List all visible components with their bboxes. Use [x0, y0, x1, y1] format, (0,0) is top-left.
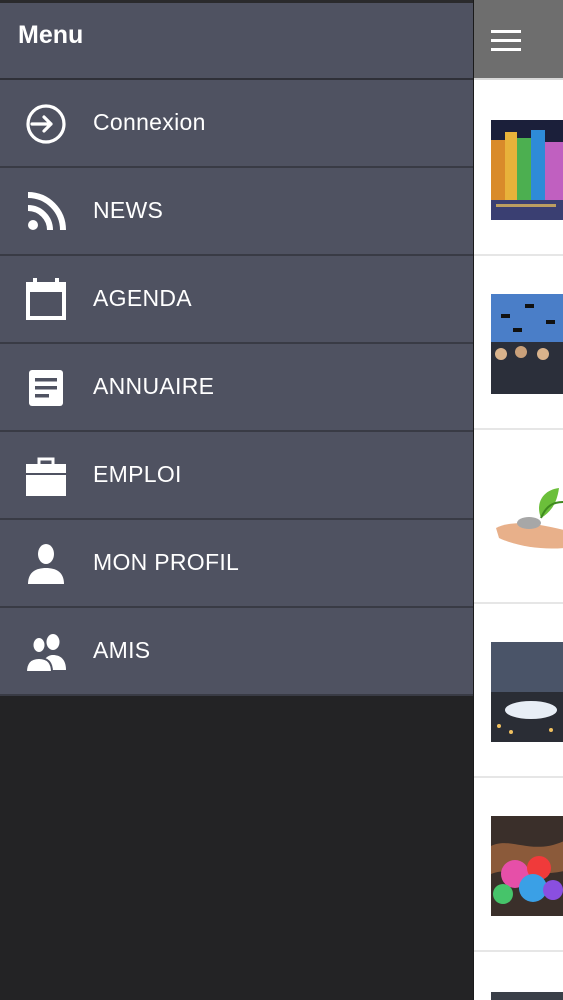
directory-icon: [24, 366, 68, 410]
drawer-header: Menu: [0, 0, 473, 80]
menu-label: AMIS: [93, 637, 151, 663]
briefcase-icon: [24, 454, 68, 498]
news-thumbnail: [491, 992, 563, 1000]
user-icon: [24, 542, 68, 586]
news-thumbnail: [491, 120, 563, 220]
list-item[interactable]: [474, 82, 563, 256]
menu-item-news[interactable]: NEWS: [0, 168, 473, 256]
menu-list: Connexion NEWS AGENDA ANNUAIRE EMPLOI MO…: [0, 80, 473, 696]
menu-item-connexion[interactable]: Connexion: [0, 80, 473, 168]
list-item[interactable]: [474, 430, 563, 604]
news-thumbnail: [491, 468, 563, 568]
menu-item-annuaire[interactable]: ANNUAIRE: [0, 344, 473, 432]
menu-label: Connexion: [93, 109, 206, 135]
navigation-drawer: Menu Connexion NEWS AGENDA ANNUAIRE EMPL…: [0, 0, 473, 1000]
friends-icon: [24, 630, 68, 674]
news-thumbnail: [491, 642, 563, 742]
news-thumbnail: [491, 816, 563, 916]
news-thumbnail: [491, 294, 563, 394]
rss-icon: [24, 190, 68, 234]
menu-label: MON PROFIL: [93, 549, 240, 575]
calendar-icon: [24, 278, 68, 322]
main-header: [474, 0, 563, 80]
drawer-title: Menu: [18, 21, 84, 49]
list-item[interactable]: [474, 256, 563, 430]
list-item[interactable]: [474, 604, 563, 778]
menu-item-mon-profil[interactable]: MON PROFIL: [0, 520, 473, 608]
menu-label: ANNUAIRE: [93, 373, 215, 399]
menu-label: EMPLOI: [93, 461, 182, 487]
menu-item-amis[interactable]: AMIS: [0, 608, 473, 696]
menu-label: AGENDA: [93, 285, 192, 311]
main-panel: [473, 0, 563, 1000]
list-item[interactable]: [474, 952, 563, 1000]
menu-item-emploi[interactable]: EMPLOI: [0, 432, 473, 520]
menu-label: NEWS: [93, 197, 164, 223]
list-item[interactable]: [474, 778, 563, 952]
login-icon: [24, 102, 68, 146]
hamburger-icon[interactable]: [491, 30, 521, 52]
menu-item-agenda[interactable]: AGENDA: [0, 256, 473, 344]
